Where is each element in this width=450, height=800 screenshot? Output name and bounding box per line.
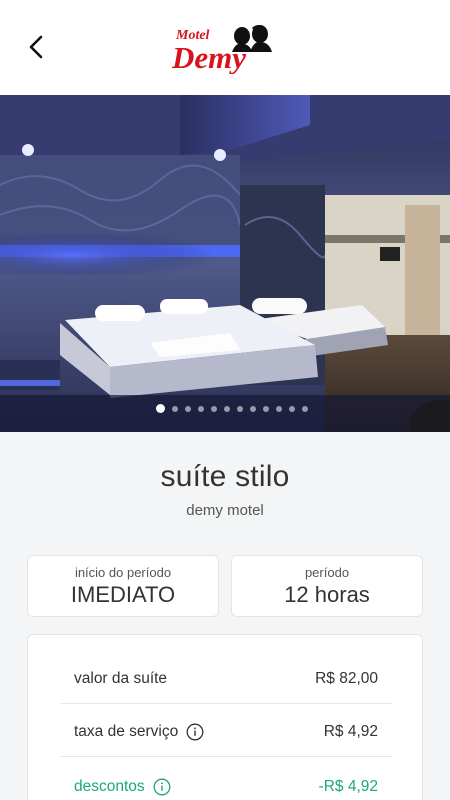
discount-value: -R$ 4,92 (318, 778, 378, 795)
gallery-dot[interactable] (156, 404, 165, 413)
discount-row: descontos -R$ 4,92 (74, 778, 378, 796)
discount-label: descontos (74, 778, 145, 795)
service-fee-row: taxa de serviço R$ 4,92 (74, 723, 378, 741)
gallery-dot[interactable] (263, 405, 269, 412)
gallery-dot[interactable] (237, 405, 243, 412)
divider (60, 703, 392, 704)
gallery-dot[interactable] (224, 405, 230, 412)
back-button[interactable] (20, 30, 52, 64)
suite-price-label: valor da suíte (74, 670, 168, 687)
motel-demy-logo: Motel Demy (170, 22, 280, 75)
info-icon[interactable] (153, 778, 171, 796)
suite-name: suíte stilo (160, 460, 290, 493)
gallery-pagination (0, 404, 450, 413)
gallery-dot[interactable] (185, 405, 191, 412)
period-start-card[interactable]: início do período IMEDIATO (27, 555, 219, 617)
service-fee-value: R$ 4,92 (323, 723, 378, 740)
suite-photo-gallery[interactable] (0, 95, 450, 432)
price-summary-card: valor da suíte R$ 82,00 taxa de serviço … (27, 634, 423, 800)
divider (60, 756, 392, 757)
gallery-dot[interactable] (302, 405, 308, 412)
gallery-dot[interactable] (172, 405, 178, 412)
suite-title-block: suíte stilo demy motel (0, 460, 450, 519)
gallery-dot[interactable] (211, 405, 217, 412)
app-header: Motel Demy (0, 0, 450, 95)
period-duration-value: 12 horas (284, 582, 370, 607)
service-fee-label: taxa de serviço (74, 723, 179, 740)
period-start-value: IMEDIATO (70, 582, 176, 607)
chevron-left-icon (29, 35, 43, 59)
gallery-dot[interactable] (250, 405, 256, 412)
suite-photo (0, 95, 450, 432)
gallery-dot[interactable] (276, 405, 282, 412)
gallery-dot[interactable] (289, 405, 295, 412)
motel-name: demy motel (186, 502, 264, 519)
gallery-dot[interactable] (198, 405, 204, 412)
svg-text:Demy: Demy (171, 40, 246, 74)
suite-price-value: R$ 82,00 (315, 670, 378, 687)
info-icon[interactable] (186, 723, 204, 741)
period-duration-card[interactable]: período 12 horas (231, 555, 423, 617)
period-start-label: início do período (74, 565, 172, 580)
suite-price-row: valor da suíte R$ 82,00 (74, 670, 378, 688)
period-duration-label: período (304, 565, 350, 580)
